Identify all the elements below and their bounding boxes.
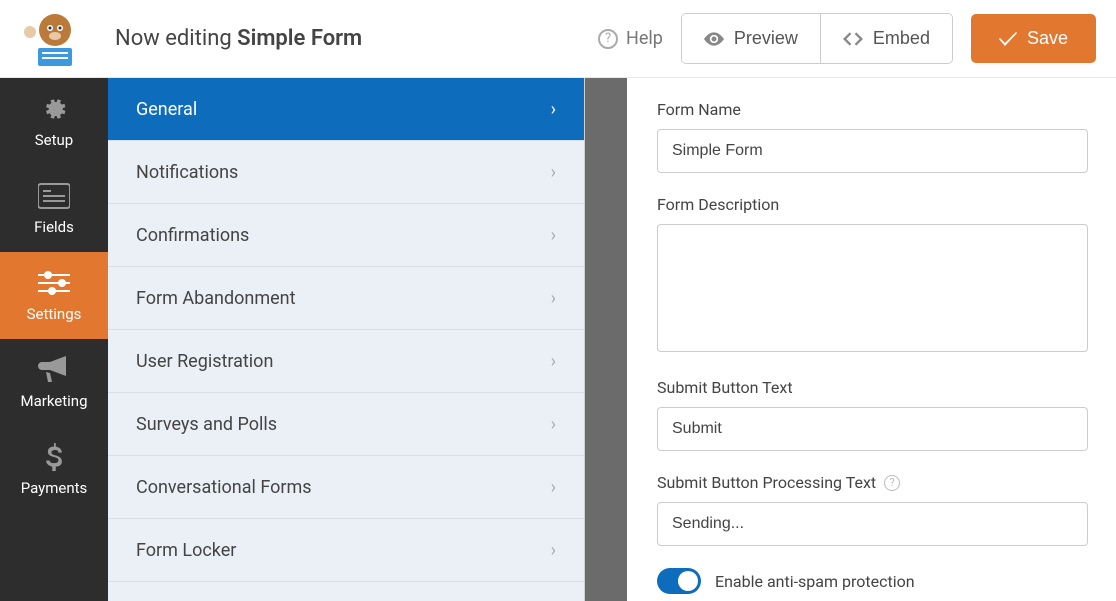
- eye-icon: [704, 31, 724, 47]
- chevron-right-icon: ›: [551, 477, 556, 498]
- canvas-divider: [585, 78, 627, 601]
- sidebar-item-marketing[interactable]: Marketing: [0, 339, 108, 426]
- chevron-right-icon: ›: [551, 225, 556, 246]
- form-desc-textarea[interactable]: [657, 224, 1088, 352]
- info-icon[interactable]: ?: [884, 475, 900, 491]
- chevron-right-icon: ›: [551, 99, 556, 120]
- preview-embed-group: Preview Embed: [681, 13, 953, 64]
- sidebar-item-setup[interactable]: Setup: [0, 78, 108, 165]
- embed-button[interactable]: Embed: [820, 14, 952, 63]
- antispam-label: Enable anti-spam protection: [715, 572, 915, 591]
- editing-label: Now editing Simple Form: [115, 26, 362, 51]
- topbar: Now editing Simple Form ? Help Preview E…: [0, 0, 1116, 78]
- form-name-label: Form Name: [657, 100, 1088, 119]
- sidebar-item-label: Payments: [21, 479, 88, 497]
- subpanel-item-general[interactable]: General›: [108, 78, 584, 141]
- help-icon: ?: [598, 29, 618, 49]
- sidebar-item-label: Fields: [34, 218, 74, 236]
- sliders-icon: [38, 269, 70, 297]
- sidebar-item-fields[interactable]: Fields: [0, 165, 108, 252]
- subpanel-item-notifications[interactable]: Notifications›: [108, 141, 584, 204]
- subpanel-item-form-locker[interactable]: Form Locker›: [108, 519, 584, 582]
- chevron-right-icon: ›: [551, 162, 556, 183]
- chevron-right-icon: ›: [551, 288, 556, 309]
- list-icon: [38, 182, 70, 210]
- settings-subpanel: General› Notifications› Confirmations› F…: [108, 78, 585, 601]
- form-settings-area: Form Name Form Description Submit Button…: [627, 78, 1116, 601]
- sidebar: Setup Fields Settings Marketing Payments: [0, 78, 108, 601]
- submit-proc-text-label: Submit Button Processing Text ?: [657, 473, 1088, 492]
- app-logo: [20, 10, 90, 68]
- chevron-right-icon: ›: [551, 414, 556, 435]
- save-button[interactable]: Save: [971, 14, 1096, 63]
- chevron-right-icon: ›: [551, 540, 556, 561]
- check-icon: [999, 32, 1017, 46]
- subpanel-item-surveys-polls[interactable]: Surveys and Polls›: [108, 393, 584, 456]
- sidebar-item-payments[interactable]: Payments: [0, 426, 108, 513]
- code-icon: [843, 31, 863, 47]
- form-desc-label: Form Description: [657, 195, 1088, 214]
- form-name-input[interactable]: [657, 129, 1088, 173]
- gear-icon: [38, 95, 70, 123]
- sidebar-item-settings[interactable]: Settings: [0, 252, 108, 339]
- bullhorn-icon: [38, 356, 70, 384]
- subpanel-item-conversational-forms[interactable]: Conversational Forms›: [108, 456, 584, 519]
- subpanel-item-user-registration[interactable]: User Registration›: [108, 330, 584, 393]
- sidebar-item-label: Marketing: [20, 392, 87, 410]
- sidebar-item-label: Settings: [27, 305, 82, 323]
- sidebar-item-label: Setup: [35, 131, 73, 149]
- submit-btn-text-input[interactable]: [657, 407, 1088, 451]
- submit-btn-text-label: Submit Button Text: [657, 378, 1088, 397]
- help-link[interactable]: ? Help: [598, 28, 663, 49]
- subpanel-item-form-abandonment[interactable]: Form Abandonment›: [108, 267, 584, 330]
- antispam-toggle[interactable]: [657, 568, 701, 594]
- chevron-right-icon: ›: [551, 351, 556, 372]
- submit-proc-text-input[interactable]: [657, 502, 1088, 546]
- preview-button[interactable]: Preview: [682, 14, 820, 63]
- dollar-icon: [38, 443, 70, 471]
- subpanel-item-confirmations[interactable]: Confirmations›: [108, 204, 584, 267]
